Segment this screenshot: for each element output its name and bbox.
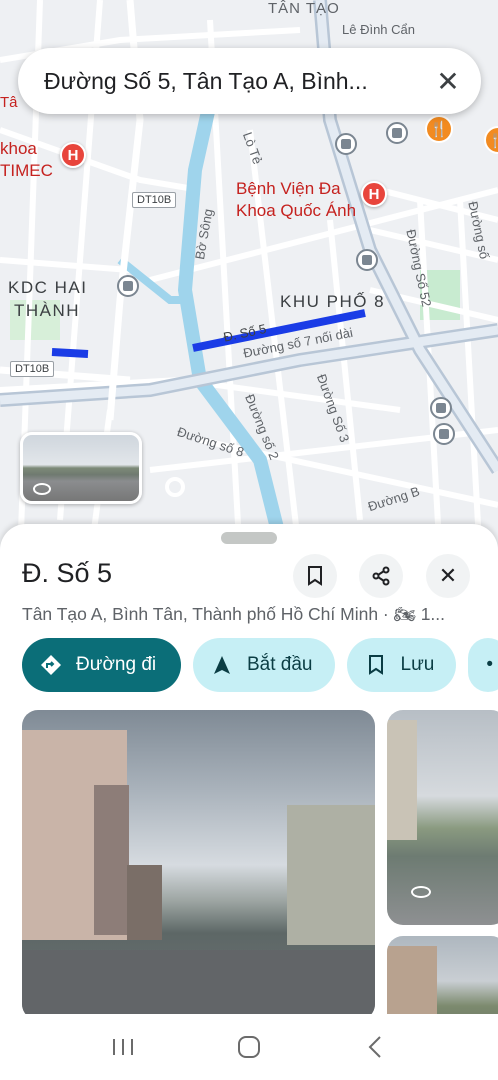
close-sheet-button[interactable]: ✕ xyxy=(426,554,470,598)
search-bar[interactable]: Đường Số 5, Tân Tạo A, Bình... ✕ xyxy=(18,48,481,114)
action-chips: Đường đi Bắt đầu Lưu • xyxy=(22,638,498,692)
directions-button[interactable]: Đường đi xyxy=(22,638,181,692)
bus-stop-icon[interactable] xyxy=(433,423,455,445)
start-button[interactable]: Bắt đầu xyxy=(193,638,335,692)
map-label-le-dinh-can: Lê Đình Cẩn xyxy=(342,22,415,37)
map-label-hospital-2: Khoa Quốc Ánh xyxy=(236,201,357,220)
more-actions-button[interactable]: • xyxy=(468,638,498,692)
save-bookmark-button[interactable] xyxy=(293,554,337,598)
photo-gallery[interactable] xyxy=(22,710,498,1036)
more-icon: • xyxy=(486,654,494,675)
home-button[interactable] xyxy=(229,1027,269,1067)
place-bottom-sheet[interactable]: Đ. Số 5 ✕ Tân Tạo A, Bình Tân, Thành phố… xyxy=(0,524,498,1080)
recent-apps-icon xyxy=(113,1039,133,1055)
restaurant-pin-icon[interactable]: 🍴 xyxy=(425,115,453,143)
recent-apps-button[interactable] xyxy=(103,1027,143,1067)
hospital-pin-icon[interactable]: H xyxy=(361,181,387,207)
save-button[interactable]: Lưu xyxy=(346,638,457,692)
bookmark-icon xyxy=(308,566,322,586)
start-label: Bắt đầu xyxy=(247,654,313,675)
map-label-hospital-1: Bệnh Viện Đa xyxy=(236,179,341,198)
save-label: Lưu xyxy=(400,654,435,675)
back-button[interactable] xyxy=(355,1027,395,1067)
bus-stop-icon[interactable] xyxy=(335,133,357,155)
directions-icon xyxy=(40,654,62,676)
directions-label: Đường đi xyxy=(76,654,157,675)
rotate-360-icon xyxy=(411,886,431,898)
bus-stop-icon[interactable] xyxy=(356,249,378,271)
map-label-kdc-1: KDC HAI xyxy=(8,278,88,297)
street-view-photo[interactable] xyxy=(22,710,375,1020)
road-tag-dt10b-left: DT10B xyxy=(10,361,55,377)
bus-stop-icon[interactable] xyxy=(386,122,408,144)
search-query[interactable]: Đường Số 5, Tân Tạo A, Bình... xyxy=(44,68,433,95)
close-search-icon[interactable]: ✕ xyxy=(433,66,463,97)
bookmark-icon xyxy=(365,654,387,676)
system-navigation-bar xyxy=(0,1014,498,1080)
map-label-khu-pho: KHU PHỐ 8 xyxy=(280,292,386,311)
place-title: Đ. Số 5 xyxy=(22,558,113,588)
map-label-tan-tao: TÂN TẠO xyxy=(268,0,340,17)
back-icon xyxy=(368,1036,381,1058)
share-icon xyxy=(372,566,390,586)
road-tag-dt10b: DT10B xyxy=(132,192,177,208)
bus-stop-icon[interactable] xyxy=(430,397,452,419)
map-label-khoa: khoa xyxy=(0,139,37,158)
bus-stop-icon[interactable] xyxy=(117,275,139,297)
share-button[interactable] xyxy=(359,554,403,598)
close-icon: ✕ xyxy=(438,563,458,588)
map-label-timec: TIMEC xyxy=(0,161,53,180)
home-icon xyxy=(238,1036,260,1058)
map-label-kdc-2: THÀNH xyxy=(14,301,81,320)
street-view-photo[interactable] xyxy=(387,710,498,925)
navigation-arrow-icon xyxy=(211,654,233,676)
hospital-pin-icon[interactable]: H xyxy=(60,142,86,168)
street-view-thumbnail[interactable] xyxy=(20,432,142,504)
map-label-tan-fragment: Tâ xyxy=(0,94,18,111)
rotate-360-icon xyxy=(33,483,51,495)
place-address: Tân Tạo A, Bình Tân, Thành phố Hồ Chí Mi… xyxy=(22,604,446,624)
sheet-drag-handle[interactable] xyxy=(221,532,277,544)
